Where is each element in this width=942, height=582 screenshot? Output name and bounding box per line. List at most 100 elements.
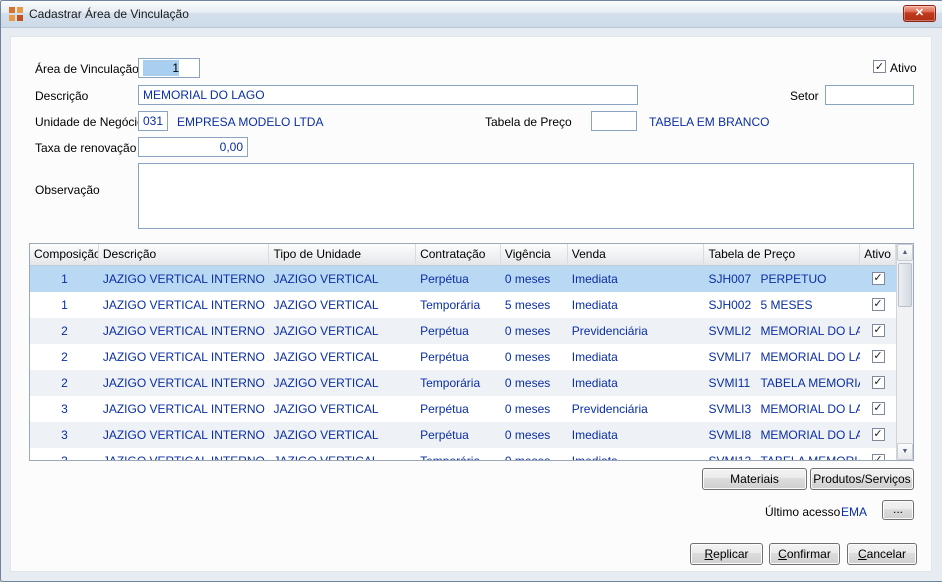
setor-field[interactable] [825,85,914,105]
grid-header-2[interactable]: Tipo de Unidade [269,244,417,265]
tabela-preco-codigo: SVMLI3 [708,402,752,416]
grid-cell-ativo: ✓ [860,292,896,318]
tabela-preco-nome: TABELA MEMORIAL DO LAGO INTERNO [760,454,860,460]
descricao-field[interactable] [138,85,638,105]
row-ativo-checkbox[interactable]: ✓ [871,323,885,337]
ativo-checkbox[interactable]: ✓ [873,60,886,73]
grid-cell: Previdenciária [571,324,648,338]
tabela-preco-nome: 5 MESES [760,298,813,312]
row-ativo-checkbox[interactable]: ✓ [871,375,885,389]
row-ativo-checkbox[interactable]: ✓ [871,401,885,415]
grid-cell: JAZIGO VERTICAL INTERNO 3ª OF [102,428,270,442]
grid-cell: 1 [61,298,68,312]
observacao-label: Observação [35,183,100,197]
observacao-field[interactable] [138,163,914,229]
row-ativo-checkbox[interactable]: ✓ [871,453,885,460]
confirmar-button[interactable]: Confirmar [769,543,840,565]
grid-cell: Temporária [416,448,501,460]
tabela-preco-nome: MEMORIAL DO LAGO INTERNO [760,324,860,338]
grid-cell-tabela-preco: SVMLI2 MEMORIAL DO LAGO INTERNO [704,318,860,344]
grid-header-7[interactable]: Ativo [860,244,896,265]
grid-row-4[interactable]: 2 JAZIGO VERTICAL INTERNO 2ª OFJAZIGO VER… [30,370,896,396]
setor-label: Setor [790,89,819,103]
grid-header-1[interactable]: Descrição [99,244,270,265]
grid-cell-tabela-preco: SJH007 PERPETUO [704,266,860,292]
grid-row-1[interactable]: 1 JAZIGO VERTICAL INTERNO 1ª OFJAZIGO VER… [30,292,896,318]
grid-cell: Imediata [571,298,618,312]
titlebar[interactable]: Cadastrar Área de Vinculação [1,1,942,28]
grid-row-5[interactable]: 3 JAZIGO VERTICAL INTERNO 3ª OFJAZIGO VER… [30,396,896,422]
row-ativo-checkbox[interactable]: ✓ [871,349,885,363]
tabela-preco-nome: MEMORIAL DO LAGO INTERNO [760,350,860,364]
grid-cell: 3 [61,402,68,416]
grid-row-3[interactable]: 2 JAZIGO VERTICAL INTERNO 2ª OFJAZIGO VER… [30,344,896,370]
grid-cell-tabela-preco: SJH002 5 MESES [704,292,860,318]
window-title: Cadastrar Área de Vinculação [29,7,189,21]
grid-cell: 0 meses [504,428,551,442]
close-button[interactable]: ✕ [903,5,936,22]
grid-cell: 1 [61,272,68,286]
grid-row-7[interactable]: 3JAZIGO VERTICAL INTERNO 3ª OFJAZIGO VER… [30,448,896,460]
grid-cell: JAZIGO VERTICAL INTERNO 1ª OF [102,298,270,312]
produtos-servicos-button[interactable]: Produtos/Serviços [810,468,914,490]
grid-row-0[interactable]: 1 JAZIGO VERTICAL INTERNO 1ª OFJAZIGO VER… [30,266,896,292]
grid-row-6[interactable]: 3 JAZIGO VERTICAL INTERNO 3ª OFJAZIGO VER… [30,422,896,448]
replicar-button[interactable]: Replicar [690,543,763,565]
grid-cell-ativo: ✓ [860,370,896,396]
row-ativo-checkbox[interactable]: ✓ [871,427,885,441]
grid-cell: 0 meses [504,350,551,364]
grid-cell: JAZIGO VERTICAL INTERNO 1ª OF [102,272,270,286]
unidade-negocio-codigo-field[interactable] [138,111,168,131]
tabela-preco-codigo-field[interactable] [591,111,637,131]
grid-cell: Temporária [420,298,481,312]
taxa-renovacao-field[interactable] [138,137,248,157]
grid-header-row: Composição Descrição Tipo de Unidade Contra… [30,244,896,266]
grid-cell: Imediata [571,272,618,286]
area-vinculacao-label: Área de Vinculação [35,62,139,76]
grid-header-6[interactable]: Tabela de Preço [704,244,861,265]
grid-header-3[interactable]: Contratação [416,244,501,265]
tabela-preco-codigo: SVMI11 [708,376,751,390]
tabela-preco-nome: TABELA MEMORIAL DO LAGO INTERNO [760,376,860,390]
grid-cell: 2 [61,324,68,338]
scroll-down-icon[interactable]: ▼ [897,443,913,460]
grid-cell: Imediata [571,376,618,390]
grid-cell: JAZIGO VERTICAL INTERNO 2ª OF [102,350,270,364]
scrollbar-thumb[interactable] [898,263,912,307]
area-vinculacao-field[interactable]: 1 [138,58,200,78]
row-ativo-checkbox[interactable]: ✓ [871,297,885,311]
grid-cell-ativo: ✓ [860,318,896,344]
materiais-button[interactable]: Materiais [702,468,807,490]
grid-cell: Previdenciária [571,402,648,416]
grid-header-5[interactable]: Venda [568,244,705,265]
grid-cell: JAZIGO VERTICAL [273,428,379,442]
area-vinculacao-value: 1 [143,60,179,76]
grid-cell: JAZIGO VERTICAL [269,448,416,460]
tabela-preco-codigo: SJH007 [708,272,752,286]
grid-cell: 0 meses [504,324,551,338]
tabela-preco-nome: MEMORIAL DO LAGO INTERNO [760,402,860,416]
scroll-up-icon[interactable]: ▲ [897,244,913,261]
cancelar-button[interactable]: Cancelar [847,543,917,565]
ultimo-acesso-value: EMA [841,505,868,519]
grid-cell-ativo: ✓ [860,396,896,422]
row-ativo-checkbox[interactable]: ✓ [871,271,885,285]
grid-vertical-scrollbar[interactable]: ▲ ▼ [896,244,913,460]
tabela-preco-codigo: SVMLI2 [708,324,752,338]
grid-row-2[interactable]: 2 JAZIGO VERTICAL INTERNO 2ª OFJAZIGO VER… [30,318,896,344]
grid-header-4[interactable]: Vigência [501,244,568,265]
grid-header-0[interactable]: Composição [30,244,99,265]
composicao-grid: Composição Descrição Tipo de Unidade Contra… [29,243,914,461]
grid-cell: JAZIGO VERTICAL INTERNO 2ª OF [102,324,270,338]
grid-cell: JAZIGO VERTICAL INTERNO 3ª OF [102,402,270,416]
tabela-preco-codigo: SVMI12 [708,448,760,460]
more-button[interactable]: ... [882,500,914,520]
grid-cell: Perpétua [420,402,469,416]
dialog-window: Cadastrar Área de Vinculação ✕ Área de V… [0,0,942,582]
grid-cell: Imediata [568,448,705,460]
grid-cell: 0 meses [504,376,551,390]
grid-cell: JAZIGO VERTICAL [273,376,379,390]
grid-cell-ativo: ✓ [860,266,896,292]
tabela-preco-codigo: SJH002 [708,298,752,312]
tabela-preco-nome: MEMORIAL DO LAGO INTERNO [760,428,860,442]
